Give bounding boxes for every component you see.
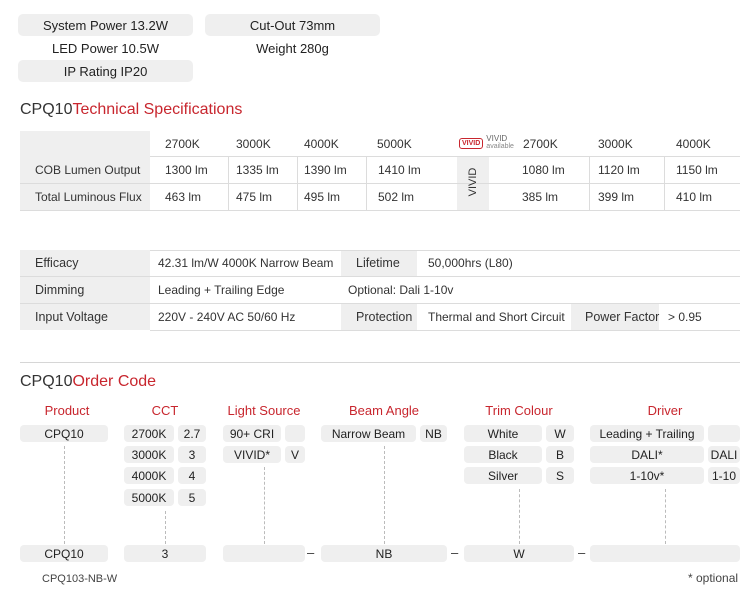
vivid-header-4000k: 4000K — [676, 137, 711, 151]
result-beam: NB — [321, 545, 447, 562]
table-cell: 1150 lm — [676, 163, 718, 177]
cct-option-code: 4 — [178, 467, 206, 484]
efficacy-value: 42.31 lm/W 4000K Narrow Beam — [158, 256, 334, 270]
vivid-header-3000k: 3000K — [598, 137, 633, 151]
protection-value: Thermal and Short Circuit — [428, 310, 565, 324]
dimming-value: Leading + Trailing Edge — [158, 283, 285, 297]
lifetime-value: 50,000hrs (L80) — [428, 256, 513, 270]
table-cell: 1335 lm — [236, 163, 279, 177]
driver-option-code: DALI — [708, 446, 740, 463]
connector-driver — [665, 489, 666, 544]
table-cell: 410 lm — [676, 190, 713, 204]
result-product: CPQ10 — [20, 545, 108, 562]
product-option: CPQ10 — [20, 425, 108, 442]
table-cell: 495 lm — [304, 190, 341, 204]
connector-product — [64, 446, 65, 544]
header-light-source: Light Source — [227, 403, 301, 418]
vivid-side-label: VIVID — [467, 167, 479, 197]
beam-option-label: Narrow Beam — [321, 425, 416, 442]
vivid-logo: VIVID VIVID available — [459, 135, 514, 151]
header-beam-angle: Beam Angle — [348, 403, 420, 418]
pf-value: > 0.95 — [668, 310, 702, 324]
efficacy-label: Efficacy — [35, 256, 79, 270]
table-cell: 1300 lm — [165, 163, 208, 177]
light-option-code — [285, 425, 305, 442]
lifetime-label: Lifetime — [356, 256, 400, 270]
voltage-label: Input Voltage — [35, 310, 108, 324]
driver-option-label: 1-10v* — [590, 467, 704, 484]
header-3000k: 3000K — [236, 137, 271, 151]
protection-label: Protection — [356, 310, 413, 324]
row-label-flux: Total Luminous Flux — [35, 190, 142, 204]
result-cct: 3 — [124, 545, 206, 562]
trim-option-code: B — [546, 446, 574, 463]
connector-light — [264, 467, 265, 544]
light-option-code: V — [285, 446, 305, 463]
table-cell: 1080 lm — [522, 163, 565, 177]
driver-option-label: DALI* — [590, 446, 704, 463]
beam-option-code: NB — [420, 425, 447, 442]
trim-option-code: W — [546, 425, 574, 442]
optional-value: Optional: Dali 1-10v — [348, 283, 454, 297]
header-4000k: 4000K — [304, 137, 339, 151]
connector-beam — [384, 446, 385, 544]
header-cct: CCT — [151, 403, 179, 418]
cct-option-label: 2700K — [124, 425, 174, 442]
separator-dash: – — [451, 545, 459, 560]
table-cell: 502 lm — [378, 190, 415, 204]
result-trim: W — [464, 545, 574, 562]
light-option-label: 90+ CRI — [223, 425, 281, 442]
ip-rating-pill: IP Rating IP20 — [18, 60, 193, 82]
pf-label: Power Factor — [585, 310, 660, 324]
table-cell: 399 lm — [598, 190, 635, 204]
result-light — [223, 545, 305, 562]
trim-option-code: S — [546, 467, 574, 484]
table-cell: 475 lm — [236, 190, 273, 204]
separator-dash: – — [307, 545, 315, 560]
header-trim-colour: Trim Colour — [485, 403, 553, 418]
cct-option-label: 3000K — [124, 446, 174, 463]
connector-cct — [165, 511, 166, 544]
example-code: CPQ103-NB-W — [42, 573, 118, 585]
order-code-title: CPQ10Order Code — [20, 373, 157, 390]
voltage-value: 220V - 240V AC 50/60 Hz — [158, 310, 296, 324]
header-5000k: 5000K — [377, 137, 412, 151]
cct-option-code: 3 — [178, 446, 206, 463]
table-cell: 463 lm — [165, 190, 202, 204]
light-option-label: VIVID* — [223, 446, 281, 463]
cct-option-code: 5 — [178, 489, 206, 506]
driver-option-code — [708, 425, 740, 442]
trim-option-label: Black — [464, 446, 542, 463]
vivid-badge-icon: VIVID — [459, 137, 484, 149]
table-cell: 1120 lm — [598, 163, 640, 177]
vivid-header-2700k: 2700K — [523, 137, 558, 151]
led-power-pill: LED Power 10.5W — [52, 40, 159, 56]
cct-option-label: 4000K — [124, 467, 174, 484]
cct-option-code: 2.7 — [178, 425, 206, 442]
separator-dash: – — [578, 545, 586, 560]
cut-out-pill: Cut-Out 73mm — [205, 14, 380, 36]
header-product: Product — [44, 403, 90, 418]
dimming-label: Dimming — [35, 283, 85, 297]
result-driver — [590, 545, 740, 562]
header-driver: Driver — [647, 403, 683, 418]
driver-option-code: 1-10 — [708, 467, 740, 484]
tech-spec-title: CPQ10Technical Specifications — [20, 101, 243, 118]
row-label-cob: COB Lumen Output — [35, 163, 141, 177]
weight-pill: Weight 280g — [256, 40, 329, 56]
table-cell: 1410 lm — [378, 163, 421, 177]
system-power-pill: System Power 13.2W — [18, 14, 193, 36]
trim-option-label: White — [464, 425, 542, 442]
connector-trim — [519, 489, 520, 544]
header-2700k: 2700K — [165, 137, 200, 151]
trim-option-label: Silver — [464, 467, 542, 484]
driver-option-label: Leading + Trailing — [590, 425, 704, 442]
section-divider — [20, 362, 740, 363]
table-cell: 1390 lm — [304, 163, 347, 177]
cct-option-label: 5000K — [124, 489, 174, 506]
optional-note: * optional — [688, 571, 739, 585]
table-cell: 385 lm — [522, 190, 559, 204]
